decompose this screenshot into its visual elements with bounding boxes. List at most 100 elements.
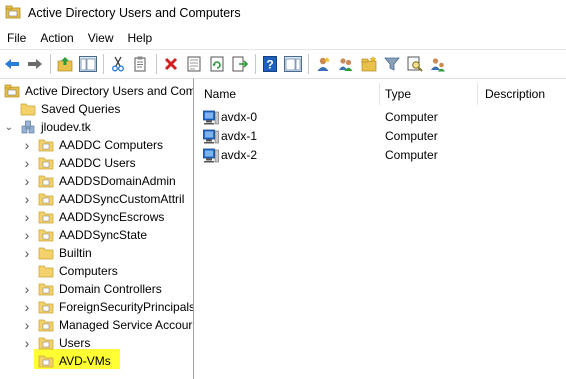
computer-icon xyxy=(203,110,219,125)
list-item[interactable]: avdx-0 Computer xyxy=(195,108,566,127)
chevron-right-icon[interactable]: › xyxy=(22,227,32,243)
copy-icon[interactable] xyxy=(131,53,151,75)
tree-item-ou[interactable]: › Domain Controllers xyxy=(22,280,162,298)
menu-file[interactable]: File xyxy=(0,28,33,48)
tree-item-ou[interactable]: › Managed Service Accour xyxy=(22,316,193,334)
chevron-right-icon[interactable]: › xyxy=(22,317,32,333)
console-tree[interactable]: Active Directory Users and Com Saved Que… xyxy=(0,78,194,379)
window-title: Active Directory Users and Computers xyxy=(28,6,241,20)
cut-icon[interactable] xyxy=(108,53,128,75)
details-list[interactable]: Name Type Description avdx-0 Computer avdx… xyxy=(195,78,566,379)
ou-folder-icon xyxy=(38,139,54,152)
expanded-chevron-icon[interactable]: ⌄ xyxy=(4,122,14,133)
add-to-group-icon[interactable] xyxy=(428,53,448,75)
column-header-name[interactable]: Name xyxy=(204,79,236,107)
new-group-icon[interactable] xyxy=(336,53,356,75)
domain-icon xyxy=(21,120,35,134)
delete-icon[interactable] xyxy=(161,53,181,75)
chevron-right-icon[interactable]: › xyxy=(22,245,32,261)
chevron-right-icon[interactable]: › xyxy=(22,335,32,351)
ou-folder-icon xyxy=(38,247,54,260)
column-header-type[interactable]: Type xyxy=(385,79,411,107)
tree-item-ou[interactable]: › AADDSyncState xyxy=(22,226,147,244)
back-arrow-icon[interactable] xyxy=(2,53,22,75)
up-folder-icon[interactable] xyxy=(55,53,75,75)
help-icon[interactable]: ? xyxy=(260,53,280,75)
new-user-icon[interactable] xyxy=(313,53,333,75)
tree-item-label: Managed Service Accour xyxy=(59,318,193,332)
find-icon[interactable] xyxy=(405,53,425,75)
chevron-right-icon[interactable]: › xyxy=(22,299,32,315)
list-item[interactable]: avdx-2 Computer xyxy=(195,146,566,165)
tree-item-ou[interactable]: AVD-VMs xyxy=(22,352,111,370)
ou-folder-icon xyxy=(38,319,54,332)
tree-item-label: AVD-VMs xyxy=(59,354,111,368)
ou-folder-icon xyxy=(38,211,54,224)
chevron-right-icon[interactable]: › xyxy=(22,137,32,153)
ou-folder-icon xyxy=(38,175,54,188)
show-console-tree-icon[interactable] xyxy=(78,53,98,75)
ou-folder-icon xyxy=(38,229,54,242)
ou-folder-icon xyxy=(38,283,54,296)
export-list-icon[interactable] xyxy=(230,53,250,75)
cell-name: avdx-0 xyxy=(221,110,258,124)
tree-item-label: AADDC Computers xyxy=(59,138,164,152)
refresh-icon[interactable] xyxy=(207,53,227,75)
chevron-right-icon[interactable]: › xyxy=(22,209,32,225)
tree-item-label: AADDSDomainAdmin xyxy=(59,174,176,188)
ou-folder-icon xyxy=(38,355,54,368)
chevron-right-icon[interactable]: › xyxy=(22,155,32,171)
filter-icon[interactable] xyxy=(382,53,402,75)
tree-item-ou[interactable]: › AADDSyncCustomAttril xyxy=(22,190,185,208)
toolbar-separator xyxy=(308,53,309,74)
chevron-right-icon[interactable]: › xyxy=(22,173,32,189)
tree-item-label: AADDSyncCustomAttril xyxy=(59,192,185,206)
column-divider[interactable] xyxy=(477,83,478,105)
toolbar: ? xyxy=(0,49,566,77)
new-ou-icon[interactable] xyxy=(359,53,379,75)
tree-item-label: AADDC Users xyxy=(59,156,136,170)
tree-item-ou[interactable]: › AADDSDomainAdmin xyxy=(22,172,176,190)
properties-icon[interactable] xyxy=(184,53,204,75)
cell-type: Computer xyxy=(385,148,438,162)
cell-name: avdx-2 xyxy=(221,148,258,162)
tree-item-label: jloudev.tk xyxy=(41,120,91,134)
tree-root[interactable]: Active Directory Users and Com xyxy=(4,82,193,100)
toolbar-separator xyxy=(103,53,104,74)
ou-folder-icon xyxy=(38,301,54,314)
menu-view[interactable]: View xyxy=(81,28,121,48)
tree-item-label: Users xyxy=(59,336,91,350)
tree-item-label: ForeignSecurityPrincipals xyxy=(59,300,194,314)
tree-item-ou[interactable]: Computers xyxy=(22,262,118,280)
tree-item-ou[interactable]: › Users xyxy=(22,334,91,352)
tree-item-ou[interactable]: › Builtin xyxy=(22,244,92,262)
toolbar-separator xyxy=(50,53,51,74)
computer-icon xyxy=(203,129,219,144)
menu-action[interactable]: Action xyxy=(33,28,80,48)
tree-item-label: AADDSyncEscrows xyxy=(59,210,165,224)
tree-item-ou[interactable]: › AADDSyncEscrows xyxy=(22,208,165,226)
cell-type: Computer xyxy=(385,110,438,124)
forward-arrow-icon[interactable] xyxy=(25,53,45,75)
tree-item-domain[interactable]: ⌄ jloudev.tk xyxy=(4,118,91,136)
chevron-right-icon[interactable]: › xyxy=(22,281,32,297)
tree-item-label: Builtin xyxy=(59,246,92,260)
tree-item-ou[interactable]: › AADDC Computers xyxy=(22,136,163,154)
column-divider[interactable] xyxy=(379,83,380,105)
tree-item-label: AADDSyncState xyxy=(59,228,148,242)
cell-name: avdx-1 xyxy=(221,129,258,143)
toolbar-separator xyxy=(156,53,157,74)
list-header: Name Type Description xyxy=(195,79,566,107)
tree-item-ou[interactable]: › ForeignSecurityPrincipals xyxy=(22,298,194,316)
ou-folder-icon xyxy=(38,193,54,206)
tree-item-ou[interactable]: › AADDC Users xyxy=(22,154,136,172)
column-header-description[interactable]: Description xyxy=(485,79,545,107)
menu-help[interactable]: Help xyxy=(121,28,160,48)
chevron-right-icon[interactable]: › xyxy=(22,191,32,207)
svg-text:?: ? xyxy=(266,57,273,71)
folder-icon xyxy=(20,103,36,116)
tree-item-saved-queries[interactable]: Saved Queries xyxy=(20,100,120,118)
action-pane-icon[interactable] xyxy=(283,53,303,75)
cell-type: Computer xyxy=(385,129,438,143)
list-item[interactable]: avdx-1 Computer xyxy=(195,127,566,146)
